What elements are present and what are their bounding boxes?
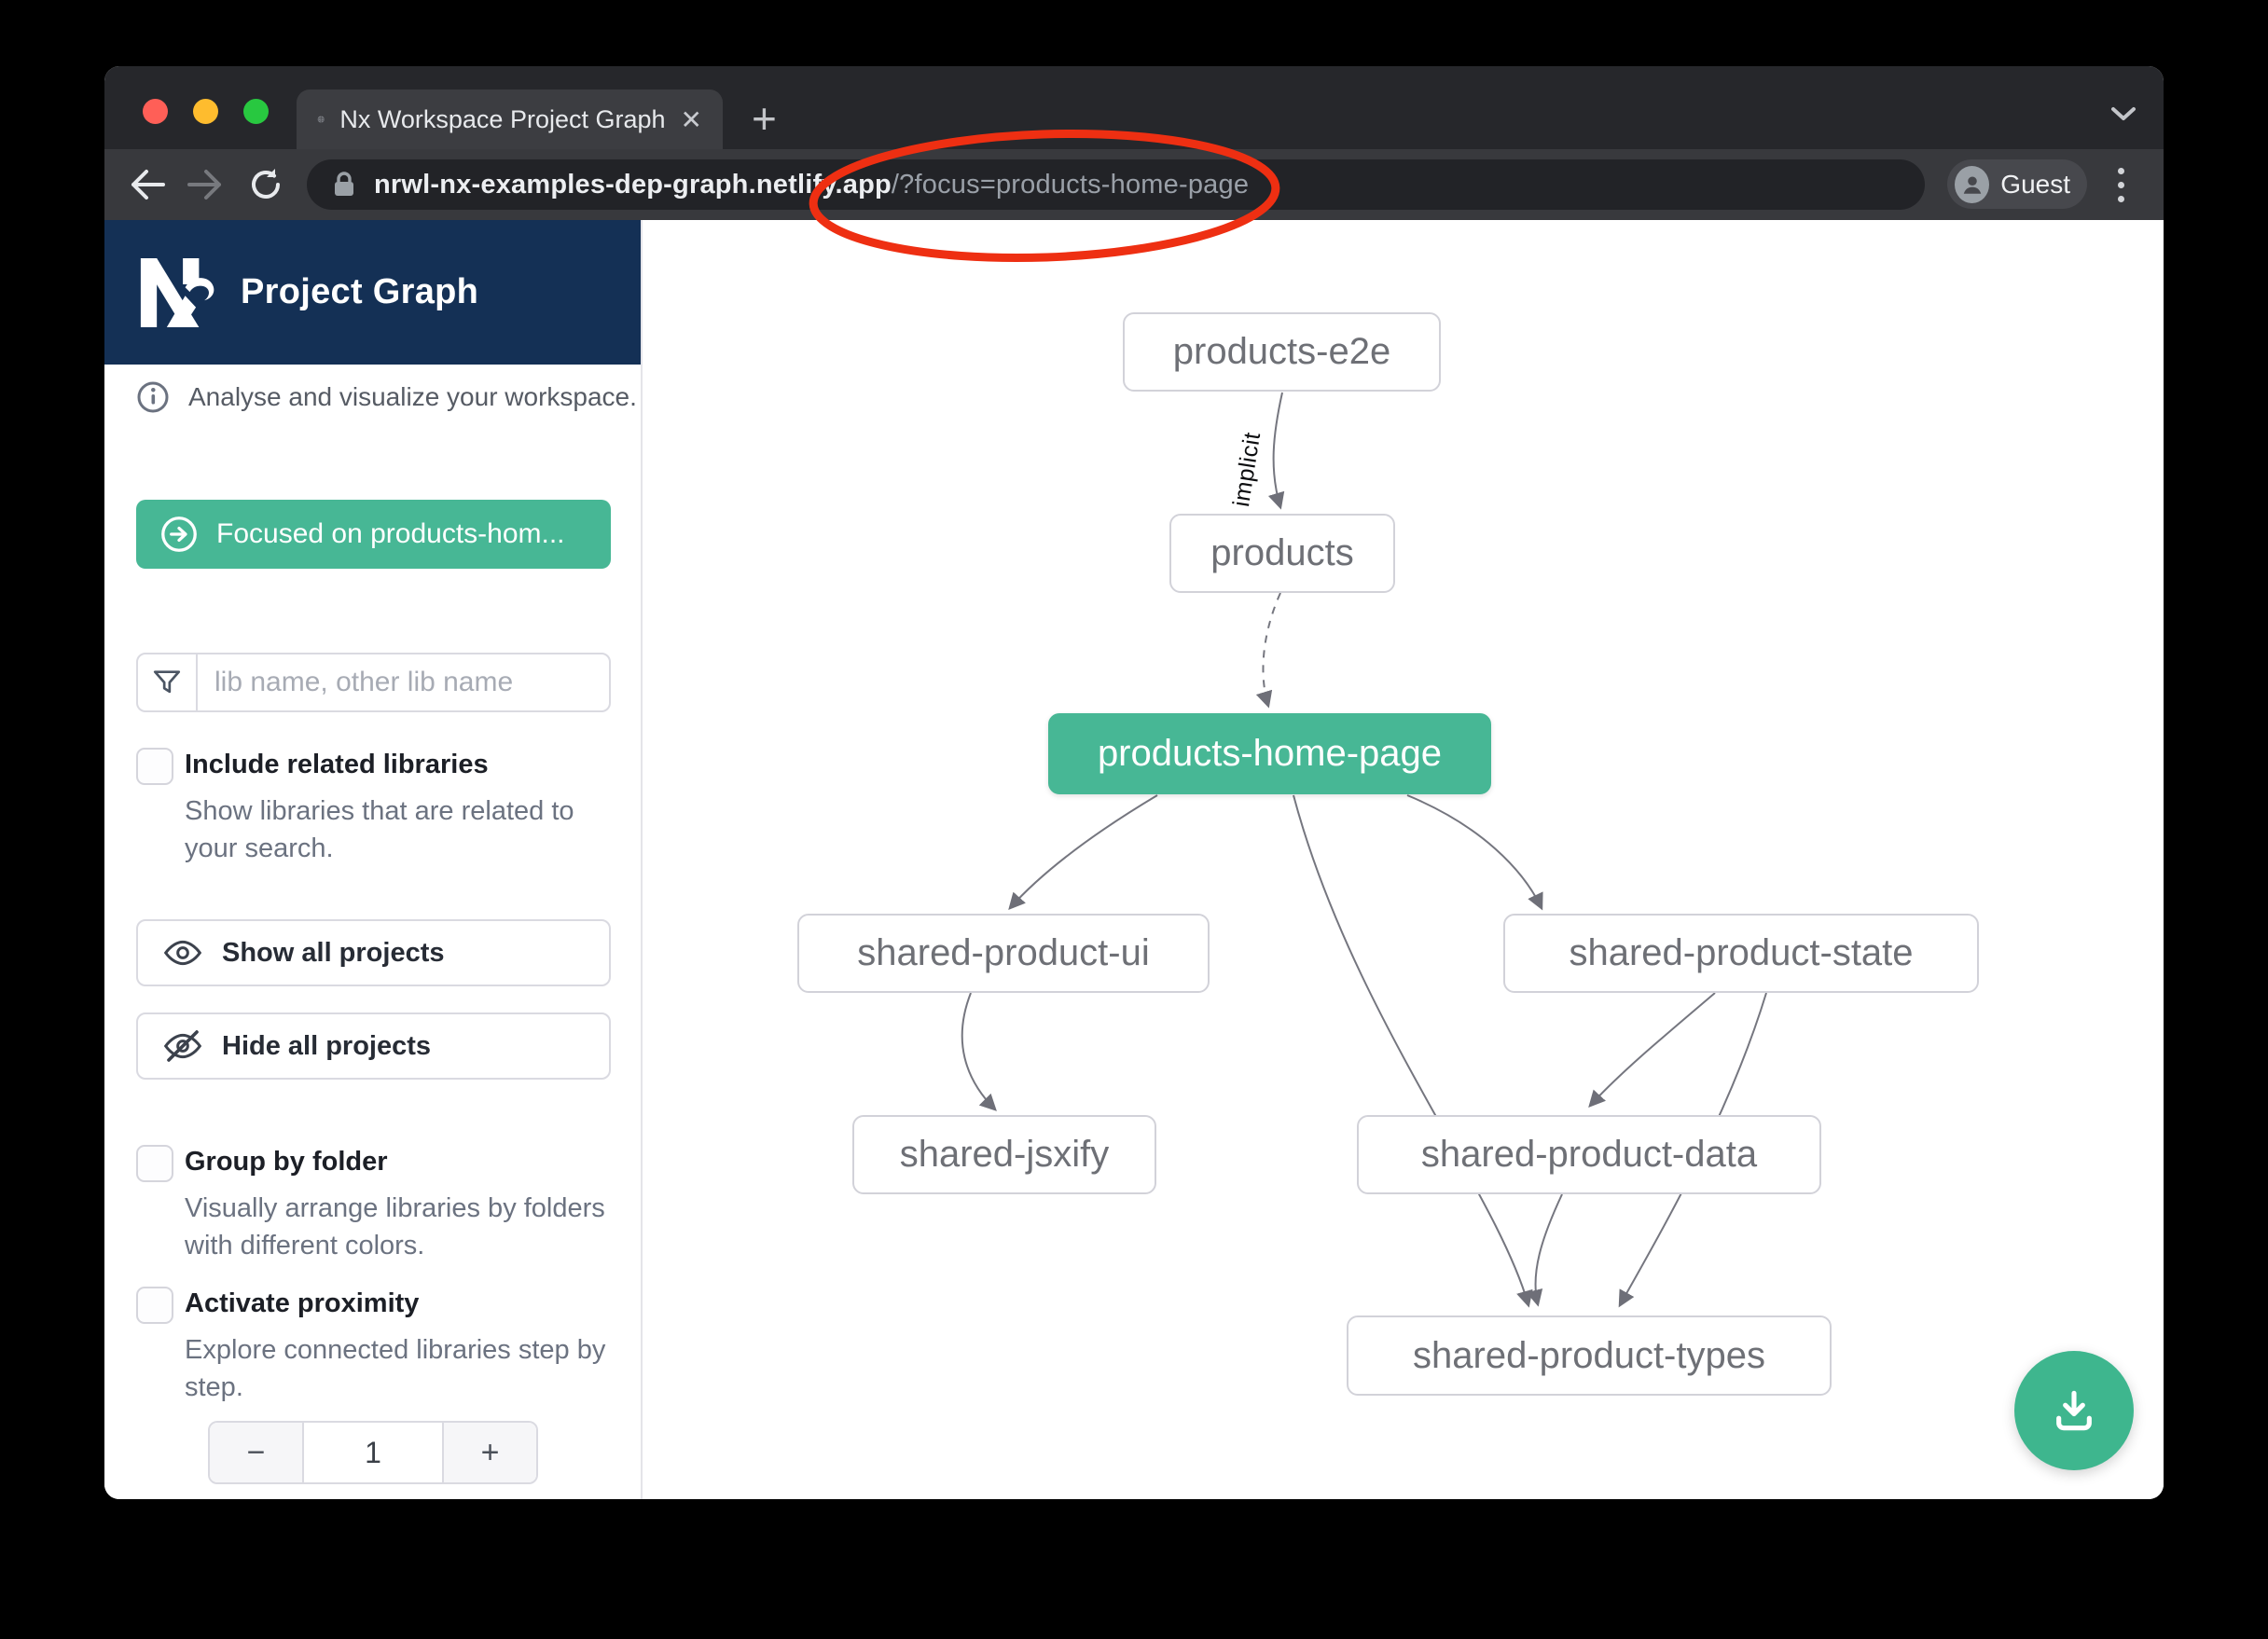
eye-off-icon	[164, 1030, 201, 1062]
node-shared-product-types[interactable]: shared-product-types	[1347, 1315, 1832, 1396]
hide-all-projects-label: Hide all projects	[222, 1031, 431, 1062]
download-icon	[2048, 1384, 2100, 1437]
node-products[interactable]: products	[1169, 514, 1395, 593]
node-shared-jsxify[interactable]: shared-jsxify	[852, 1115, 1156, 1194]
url-domain: nrwl-nx-examples-dep-graph.netlify.app	[374, 170, 892, 200]
back-button[interactable]	[118, 149, 175, 220]
activate-proximity-description: Explore connected libraries step by step…	[185, 1331, 625, 1406]
node-shared-product-data[interactable]: shared-product-data	[1357, 1115, 1821, 1194]
show-all-projects-button[interactable]: Show all projects	[136, 919, 611, 986]
download-image-button[interactable]	[2014, 1351, 2134, 1470]
minimize-window-button[interactable]	[193, 99, 218, 124]
filter-field	[136, 653, 611, 712]
browser-window: Nx Workspace Project Graph ✕ + nrwl-nx-e…	[104, 66, 2164, 1499]
stepper-increment-button[interactable]: +	[444, 1423, 536, 1482]
browser-tab[interactable]: Nx Workspace Project Graph ✕	[297, 90, 723, 149]
edge-home-page-shared-product-ui	[1010, 795, 1157, 908]
window-controls	[143, 99, 269, 124]
profile-name: Guest	[2000, 170, 2070, 200]
page-content: Project Graph Analyse and visualize your…	[104, 220, 2164, 1499]
node-products-home-page[interactable]: products-home-page	[1048, 713, 1491, 794]
eye-icon	[164, 939, 201, 967]
include-related-description: Show libraries that are related to your …	[185, 792, 625, 867]
stepper-value: 1	[302, 1423, 444, 1482]
node-products-e2e[interactable]: products-e2e	[1123, 312, 1441, 392]
avatar	[1955, 166, 1989, 203]
show-all-projects-label: Show all projects	[222, 938, 445, 969]
nx-logo	[140, 258, 218, 327]
include-related-checkbox[interactable]	[136, 748, 173, 785]
include-related-label: Include related libraries	[185, 750, 489, 780]
activate-proximity-checkbox[interactable]	[136, 1287, 173, 1324]
dependency-edges	[643, 220, 2163, 1499]
edge-products-e2e-products	[1274, 393, 1282, 507]
close-tab-icon[interactable]: ✕	[681, 104, 702, 135]
info-icon	[136, 380, 170, 414]
refresh-button[interactable]	[237, 149, 295, 220]
tab-favicon-globe-icon	[317, 105, 325, 133]
tab-strip: Nx Workspace Project Graph ✕ +	[104, 66, 2164, 149]
node-shared-product-state[interactable]: shared-product-state	[1503, 914, 1979, 993]
url-text: nrwl-nx-examples-dep-graph.netlify.app/?…	[374, 170, 1249, 200]
graph-canvas[interactable]: implicit products-e2e products products-…	[643, 220, 2164, 1499]
profile-button[interactable]: Guest	[1947, 159, 2087, 209]
secure-lock-icon	[333, 171, 355, 199]
filter-input[interactable]	[198, 654, 609, 710]
funnel-icon	[138, 654, 198, 710]
user-icon	[1960, 172, 1984, 197]
group-by-folder-label: Group by folder	[185, 1147, 388, 1178]
edge-home-page-shared-product-state	[1407, 795, 1542, 908]
focused-banner-button[interactable]: Focused on products-hom...	[136, 500, 611, 569]
edge-shared-product-state-shared-product-data	[1590, 993, 1715, 1106]
group-by-folder-checkbox[interactable]	[136, 1145, 173, 1182]
focused-banner-label: Focused on products-hom...	[216, 518, 565, 550]
forward-button	[177, 149, 235, 220]
tab-search-chevron-icon[interactable]	[2106, 102, 2141, 126]
edge-home-page-shared-product-types	[1293, 795, 1528, 1305]
proximity-depth-stepper: − 1 +	[208, 1421, 538, 1484]
stepper-decrement-button[interactable]: −	[210, 1423, 302, 1482]
arrow-right-circle-icon	[159, 514, 200, 555]
url-query: /?focus=products-home-page	[892, 170, 1249, 200]
forward-arrow-icon	[189, 172, 219, 198]
browser-toolbar: nrwl-nx-examples-dep-graph.netlify.app/?…	[104, 149, 2164, 220]
group-by-folder-description: Visually arrange libraries by folders wi…	[185, 1190, 625, 1264]
zoom-window-button[interactable]	[243, 99, 269, 124]
tab-title: Nx Workspace Project Graph	[339, 105, 665, 134]
edge-shared-product-ui-shared-jsxify	[962, 993, 995, 1109]
close-window-button[interactable]	[143, 99, 168, 124]
tagline-row: Analyse and visualize your workspace.	[136, 380, 637, 414]
app-title: Project Graph	[241, 272, 478, 312]
hide-all-projects-button[interactable]: Hide all projects	[136, 1012, 611, 1080]
activate-proximity-label: Activate proximity	[185, 1288, 419, 1319]
sidebar: Project Graph Analyse and visualize your…	[104, 220, 643, 1499]
edge-shared-product-data-shared-product-types	[1536, 1194, 1562, 1304]
browser-menu-button[interactable]	[2109, 162, 2132, 207]
edge-products-products-home-page	[1263, 593, 1280, 706]
node-shared-product-ui[interactable]: shared-product-ui	[797, 914, 1210, 993]
back-arrow-icon	[133, 172, 163, 198]
new-tab-button[interactable]: +	[752, 94, 777, 143]
tagline-text: Analyse and visualize your workspace.	[188, 382, 637, 412]
address-bar[interactable]: nrwl-nx-examples-dep-graph.netlify.app/?…	[307, 159, 1925, 210]
sidebar-header: Project Graph	[104, 220, 641, 365]
